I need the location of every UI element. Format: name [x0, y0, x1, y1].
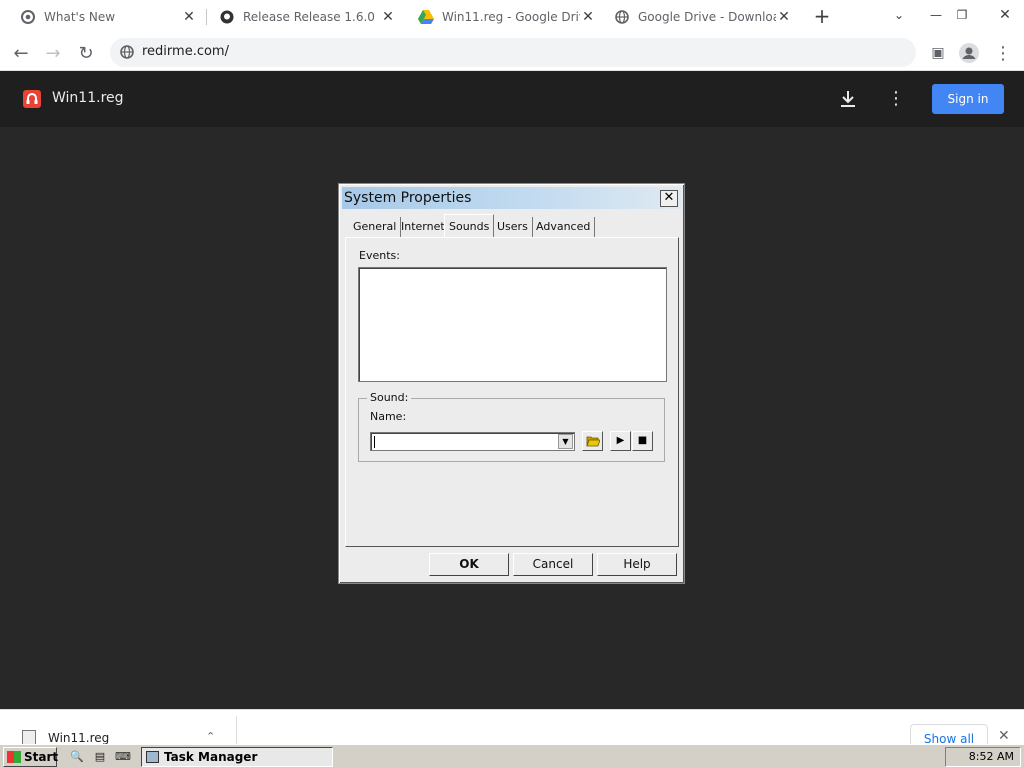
sound-name-combobox[interactable]: ▼: [370, 432, 575, 451]
task-manager-icon: [146, 751, 159, 763]
url-text: redirme.com/: [142, 44, 229, 59]
system-tray-clock[interactable]: 8:52 AM: [945, 747, 1021, 767]
tab-google-drive-file[interactable]: Win11.reg - Google Drive ✕: [404, 0, 604, 34]
windows-logo-icon: [7, 751, 21, 763]
dialog-close-button[interactable]: ✕: [660, 190, 678, 207]
address-bar[interactable]: redirme.com/: [110, 38, 916, 67]
github-icon: [219, 9, 235, 25]
tab-sounds[interactable]: Sounds: [444, 214, 495, 237]
system-properties-dialog: System Properties ✕ General Internet Sou…: [338, 183, 685, 584]
tab-title: Win11.reg - Google Drive: [442, 10, 580, 24]
name-label: Name:: [370, 410, 407, 423]
download-file-name[interactable]: Win11.reg: [48, 731, 109, 744]
close-tab-icon[interactable]: ✕: [776, 9, 792, 25]
tab-general[interactable]: General: [349, 217, 402, 237]
start-label: Start: [24, 750, 59, 764]
cancel-button[interactable]: Cancel: [513, 553, 593, 576]
stop-sound-button[interactable]: ■: [632, 431, 653, 451]
more-options-icon[interactable]: ⋮: [886, 87, 906, 111]
chevron-down-icon[interactable]: ▼: [558, 434, 573, 449]
dialog-title: System Properties: [344, 190, 472, 206]
file-type-icon: [23, 90, 41, 108]
task-label: Task Manager: [164, 750, 258, 764]
close-tab-icon[interactable]: ✕: [580, 9, 596, 25]
show-all-button[interactable]: Show all: [910, 724, 988, 744]
registry-file-icon: [22, 730, 36, 744]
sound-group: Sound: Name: ▼ ▶ ■: [358, 391, 665, 462]
document-icon[interactable]: ▤: [91, 748, 109, 766]
close-tab-icon[interactable]: ✕: [181, 9, 197, 25]
dialog-title-bar[interactable]: System Properties ✕: [342, 187, 681, 209]
open-folder-icon: [585, 436, 601, 447]
google-drive-icon: [418, 9, 434, 25]
events-list[interactable]: [358, 267, 667, 382]
chrome-icon: [20, 9, 36, 25]
sound-group-label: Sound:: [367, 391, 412, 404]
tab-whats-new[interactable]: What's New ✕: [0, 0, 205, 34]
site-info-icon[interactable]: [120, 45, 134, 59]
browser-tab-strip: What's New ✕ Release Release 1.6.0 · Wi …: [0, 0, 1024, 34]
events-label: Events:: [359, 249, 400, 262]
download-icon[interactable]: [836, 87, 860, 111]
tab-search-icon[interactable]: ⌄: [884, 0, 914, 30]
tab-title: Google Drive - Download: [638, 10, 776, 24]
close-shelf-icon[interactable]: ✕: [998, 728, 1010, 744]
forward-button[interactable]: →: [42, 42, 64, 64]
ok-button[interactable]: OK: [429, 553, 509, 576]
tab-github-release[interactable]: Release Release 1.6.0 · Wi ✕: [207, 0, 404, 34]
screen: What's New ✕ Release Release 1.6.0 · Wi …: [0, 0, 1024, 768]
sounds-panel: Events: Sound: Name: ▼ ▶ ■: [345, 237, 679, 547]
play-sound-button[interactable]: ▶: [610, 431, 631, 451]
start-button[interactable]: Start: [3, 747, 59, 767]
divider: [236, 716, 237, 744]
tab-advanced[interactable]: Advanced: [532, 217, 596, 237]
keyboard-icon[interactable]: ⌨: [114, 748, 132, 766]
close-tab-icon[interactable]: ✕: [380, 9, 396, 25]
play-icon: ▶: [616, 435, 625, 446]
reload-button[interactable]: ↻: [75, 42, 97, 64]
tab-title: Release Release 1.6.0 · Wi: [243, 10, 380, 24]
close-window-icon[interactable]: ✕: [990, 0, 1020, 30]
back-button[interactable]: ←: [10, 42, 32, 64]
browser-toolbar: ← → ↻ redirme.com/ ▣ ⋮: [0, 34, 1024, 71]
sign-in-button[interactable]: Sign in: [932, 84, 1004, 114]
task-manager-task-button[interactable]: Task Manager: [141, 747, 333, 767]
download-shelf: Win11.reg ⌃ Show all ✕: [0, 709, 1024, 744]
globe-icon: [614, 9, 630, 25]
explorer-icon[interactable]: 🔍: [68, 748, 86, 766]
side-panel-icon[interactable]: ▣: [927, 42, 949, 64]
chevron-up-icon[interactable]: ⌃: [206, 730, 215, 743]
taskbar: Start 🔍 ▤ ⌨ Task Manager 8:52 AM: [0, 744, 1024, 768]
tab-users[interactable]: Users: [493, 217, 533, 237]
tab-title: What's New: [44, 10, 116, 24]
text-caret: [374, 436, 375, 448]
chrome-menu-icon[interactable]: ⋮: [992, 42, 1014, 64]
new-tab-button[interactable]: +: [812, 6, 832, 26]
drive-viewer-header: Win11.reg ⋮ Sign in: [0, 71, 1024, 127]
help-button[interactable]: Help: [597, 553, 677, 576]
file-name: Win11.reg: [52, 90, 124, 106]
restore-icon[interactable]: ❐: [947, 0, 977, 30]
tab-internet[interactable]: Internet: [397, 217, 450, 237]
profile-avatar[interactable]: [958, 42, 980, 64]
stop-icon: ■: [637, 435, 648, 446]
browse-folder-button[interactable]: [582, 431, 603, 451]
tab-google-drive-download[interactable]: Google Drive - Download ✕: [604, 0, 800, 34]
